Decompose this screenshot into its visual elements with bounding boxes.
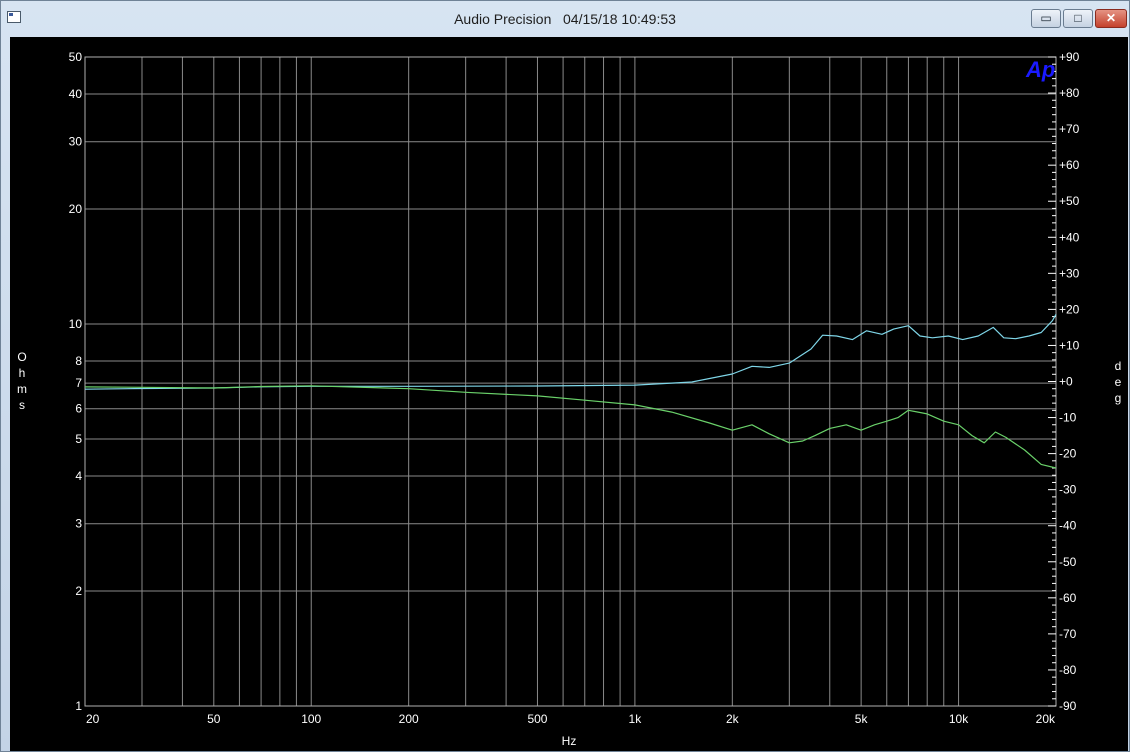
axis-label-letter: e xyxy=(1115,375,1122,389)
y2-tick-label: +80 xyxy=(1059,86,1080,100)
y-tick-label: 40 xyxy=(69,87,83,101)
x-tick-label: 5k xyxy=(855,712,869,726)
y-tick-label: 2 xyxy=(75,584,82,598)
maximize-button[interactable]: □ xyxy=(1063,9,1093,28)
y-tick-label: 30 xyxy=(69,135,83,149)
y-tick-label: 6 xyxy=(75,402,82,416)
title-bar[interactable]: Audio Precision 04/15/18 10:49:53 ▭ □ ✕ xyxy=(1,1,1129,37)
left-axis-label: Ohms xyxy=(17,350,27,412)
y-tick-label: 4 xyxy=(75,469,82,483)
x-axis-label: Hz xyxy=(562,734,577,748)
y2-tick-label: -50 xyxy=(1059,555,1077,569)
y2-tick-label: -40 xyxy=(1059,519,1077,533)
impedance-curve xyxy=(84,314,1057,390)
x-tick-label: 20 xyxy=(86,712,100,726)
y-tick-label: 50 xyxy=(69,50,83,64)
y2-tick-label: -70 xyxy=(1059,627,1077,641)
x-tick-label: 20k xyxy=(1036,712,1056,726)
y-tick-label: 7 xyxy=(75,376,82,390)
y-tick-label: 20 xyxy=(69,202,83,216)
grid-lines xyxy=(84,56,1057,707)
y2-tick-label: -20 xyxy=(1059,447,1077,461)
x-axis-tick-labels: 20 50 100 200 500 1k 2k 5k 10k 20k xyxy=(86,712,1056,726)
y2-tick-label: +30 xyxy=(1059,266,1080,280)
y2-tick-label: -10 xyxy=(1059,411,1077,425)
y2-tick-label: -90 xyxy=(1059,699,1077,713)
y2-tick-label: -30 xyxy=(1059,483,1077,497)
plot-border xyxy=(84,56,1057,707)
y-tick-label: 5 xyxy=(75,432,82,446)
y2-tick-label: +50 xyxy=(1059,194,1080,208)
x-tick-label: 100 xyxy=(301,712,321,726)
y-tick-label: 1 xyxy=(75,699,82,713)
axis-label-letter: d xyxy=(1115,359,1122,373)
x-tick-label: 500 xyxy=(527,712,547,726)
y2-tick-label: +0 xyxy=(1059,375,1073,389)
axis-label-letter: s xyxy=(19,398,25,412)
plot-frame xyxy=(84,56,1057,707)
right-axis-minor-ticks xyxy=(1048,56,1056,707)
minimize-button[interactable]: ▭ xyxy=(1031,9,1061,28)
x-tick-label: 10k xyxy=(949,712,969,726)
y2-tick-label: +70 xyxy=(1059,122,1080,136)
y2-tick-label: -60 xyxy=(1059,591,1077,605)
y-tick-label: 10 xyxy=(69,317,83,331)
close-button[interactable]: ✕ xyxy=(1095,9,1127,28)
right-axis-tick-labels: +90 +80 +70 +60 +50 +40 +30 +20 +10 +0 -10 -20 -30 -4… xyxy=(1059,50,1080,713)
x-tick-label: 2k xyxy=(726,712,740,726)
axis-label-letter: h xyxy=(19,366,26,380)
y2-tick-label: +10 xyxy=(1059,338,1080,352)
data-series xyxy=(84,314,1057,469)
y2-tick-label: -80 xyxy=(1059,663,1077,677)
x-tick-label: 50 xyxy=(207,712,221,726)
impedance-phase-chart: 20 50 100 200 500 1k 2k 5k 10k 20k 1 2 3 4 5 6 7 8 10 20 30… xyxy=(17,50,1122,748)
ap-logo: Ap xyxy=(1025,57,1055,82)
y2-tick-label: +60 xyxy=(1059,158,1080,172)
graph-panel: 20 50 100 200 500 1k 2k 5k 10k 20k 1 2 3 4 5 6 7 8 10 20 30… xyxy=(10,37,1128,751)
axis-label-letter: m xyxy=(17,382,27,396)
y-tick-label: 3 xyxy=(75,517,82,531)
right-axis-label: deg xyxy=(1115,359,1122,405)
left-axis-tick-labels: 1 2 3 4 5 6 7 8 10 20 30 40 50 xyxy=(69,50,83,713)
axis-label-letter: O xyxy=(17,350,26,364)
y2-tick-label: +40 xyxy=(1059,230,1080,244)
phase-curve xyxy=(84,385,1057,469)
y2-tick-label: +90 xyxy=(1059,50,1080,64)
axis-label-letter: g xyxy=(1115,391,1122,405)
x-tick-label: 200 xyxy=(399,712,419,726)
x-tick-label: 1k xyxy=(629,712,643,726)
window-title: Audio Precision 04/15/18 10:49:53 xyxy=(454,11,676,27)
app-window: Audio Precision 04/15/18 10:49:53 ▭ □ ✕ … xyxy=(0,0,1130,752)
y-tick-label: 8 xyxy=(75,354,82,368)
y2-tick-label: +20 xyxy=(1059,302,1080,316)
